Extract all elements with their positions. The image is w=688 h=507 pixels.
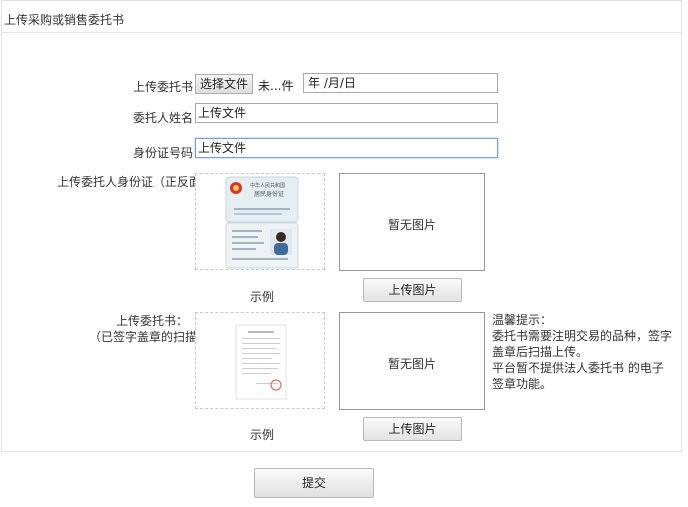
id-card-country-text: 中华人民共和国 bbox=[250, 182, 285, 189]
choose-file-button[interactable]: 选择文件 bbox=[195, 74, 253, 94]
id-card-sample-image: 中华人民共和国 居民身份证 bbox=[225, 176, 299, 269]
letter-upload-label: 上传委托书： bbox=[115, 314, 188, 328]
upload-panel: 上传采购或销售委托书 上传委托书 选择文件 未...件 年 /月/日 委托人姓名… bbox=[1, 0, 682, 452]
id-card-type-text: 居民身份证 bbox=[254, 190, 284, 198]
id-upload-button[interactable]: 上传图片 bbox=[363, 278, 462, 302]
file-status-text: 未...件 bbox=[258, 79, 294, 93]
tip-block: 温馨提示： 委托书需要注明交易的品种，签字盖章后扫描上传。 平台暂不提供法人委托… bbox=[492, 312, 672, 392]
date-input[interactable]: 年 /月/日 bbox=[303, 73, 498, 93]
letter-preview-box: 暂无图片 bbox=[339, 312, 485, 410]
letter-preview-text: 暂无图片 bbox=[387, 357, 436, 371]
submit-button[interactable]: 提交 bbox=[254, 468, 374, 498]
letter-sample-caption: 示例 bbox=[250, 428, 275, 442]
title-divider bbox=[2, 32, 681, 33]
letter-file-label: 上传委托书 bbox=[133, 80, 194, 94]
name-input[interactable]: 上传文件 bbox=[195, 103, 498, 123]
idno-input[interactable]: 上传文件 bbox=[195, 138, 498, 158]
id-sample-caption: 示例 bbox=[250, 290, 275, 304]
id-upload-label: 上传委托人身份证（正反面 bbox=[57, 175, 195, 189]
id-sample-box: 中华人民共和国 居民身份证 bbox=[195, 173, 325, 270]
letter-upload-sublabel: （已签字盖章的扫描 bbox=[89, 330, 195, 344]
idno-label: 身份证号码 bbox=[133, 146, 194, 160]
letter-sample-image bbox=[235, 324, 287, 400]
tip-line: 平台暂不提供法人委托书 的电子签章功能。 bbox=[492, 361, 664, 391]
tip-title: 温馨提示： bbox=[492, 313, 553, 327]
id-preview-box: 暂无图片 bbox=[339, 173, 485, 271]
name-label: 委托人姓名 bbox=[133, 111, 194, 125]
tip-line: 委托书需要注明交易的品种，签字盖章后扫描上传。 bbox=[492, 329, 673, 359]
panel-title: 上传采购或销售委托书 bbox=[4, 13, 125, 27]
letter-sample-box bbox=[195, 312, 325, 409]
letter-upload-button[interactable]: 上传图片 bbox=[363, 417, 462, 441]
id-preview-text: 暂无图片 bbox=[387, 218, 436, 232]
